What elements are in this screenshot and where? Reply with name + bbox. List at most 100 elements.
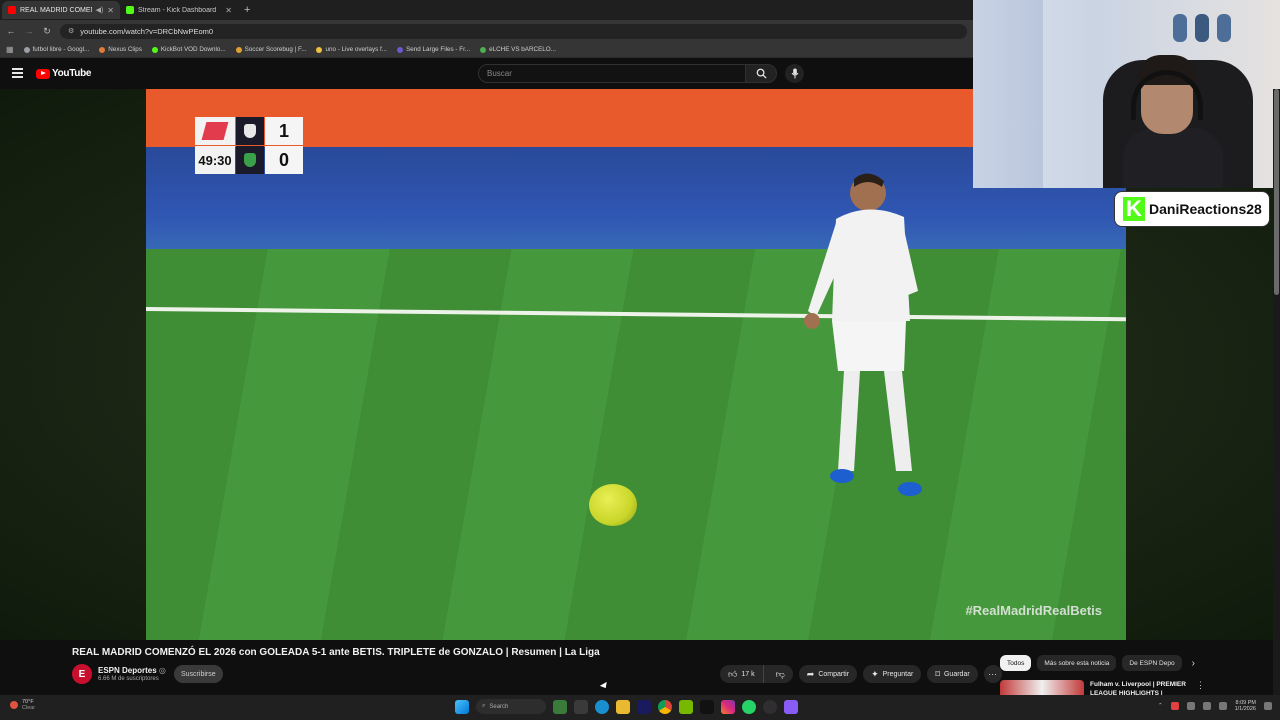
hanging-cap <box>1173 14 1187 42</box>
bookmark-item[interactable]: Nexus Clips <box>99 46 142 53</box>
bookmarks-bar: ▦ futbol libre - Googl... Nexus Clips Ki… <box>0 42 973 58</box>
save-button[interactable]: ⌑ Guardar <box>927 665 978 683</box>
forward-icon[interactable]: → <box>24 26 34 36</box>
browser-toolbar: ← → ↻ ⚙ youtube.com/watch?v=DRCbNwPEom0 <box>0 20 973 42</box>
taskbar-search[interactable]: ⌕ Search <box>476 699 546 714</box>
url-text: youtube.com/watch?v=DRCbNwPEom0 <box>80 26 214 36</box>
bookmark-item[interactable]: KickBot VOD Downlo... <box>151 46 226 53</box>
youtube-header: YouTube Buscar <box>0 58 973 89</box>
search-button[interactable] <box>745 64 777 83</box>
volume-icon[interactable] <box>1218 702 1227 710</box>
kick-username: DaniReactions28 <box>1149 201 1262 217</box>
hanging-cap <box>1195 14 1209 42</box>
reload-icon[interactable]: ↻ <box>42 26 52 37</box>
menu-icon[interactable] <box>12 68 23 80</box>
video-details: REAL MADRID COMENZÓ EL 2026 con GOLEADA … <box>0 640 1273 697</box>
chip-all[interactable]: Todos <box>1000 655 1032 671</box>
voice-search-button[interactable] <box>785 64 804 83</box>
tray-app-icon[interactable] <box>1186 702 1195 710</box>
recommended-thumbnail[interactable] <box>1000 680 1084 695</box>
chip-from-channel[interactable]: De ESPN Depo <box>1122 655 1182 671</box>
app-icon[interactable] <box>784 699 798 714</box>
thumbs-up-icon: 👍︎ <box>728 668 738 679</box>
dislike-button[interactable]: 👎︎ <box>768 665 793 683</box>
capcut-icon[interactable] <box>700 699 714 714</box>
recommendation-chips: Todos Más sobre esta noticia De ESPN Dep… <box>1000 655 1195 671</box>
channel-info[interactable]: E ESPN Deportes ◎ 6.66 M de suscriptores <box>72 664 166 684</box>
video-title: REAL MADRID COMENZÓ EL 2026 con GOLEADA … <box>72 647 600 658</box>
weather-widget[interactable]: 70°F Clear <box>10 699 35 711</box>
like-dislike-button[interactable]: 👍︎ 17 k 👎︎ <box>720 665 793 683</box>
speaker-icon: ◀) <box>95 7 104 14</box>
chrome-icon[interactable] <box>658 699 672 714</box>
share-button[interactable]: ➦ Compartir <box>798 665 858 683</box>
back-icon[interactable]: ← <box>6 26 16 36</box>
tab-label: Stream - Kick Dashboard <box>138 6 217 14</box>
tab-label: REAL MADRID COMENZÓ <box>20 6 92 14</box>
chevron-up-icon[interactable]: ⌃ <box>1158 703 1163 709</box>
channel-avatar[interactable]: E <box>72 664 92 684</box>
away-score: 0 <box>265 146 303 174</box>
bookmark-favicon-icon <box>99 46 106 53</box>
taskbar-apps: ⌕ Search <box>455 699 798 714</box>
address-bar[interactable]: ⚙ youtube.com/watch?v=DRCbNwPEom0 <box>60 23 967 39</box>
search-input[interactable]: Buscar <box>478 64 746 83</box>
file-explorer-icon[interactable] <box>616 699 630 714</box>
instagram-icon[interactable] <box>721 699 735 714</box>
youtube-logo[interactable]: YouTube <box>36 68 92 79</box>
browser-tab-strip: REAL MADRID COMENZÓ ◀) ✕ Stream - Kick D… <box>0 0 973 20</box>
subscribe-button[interactable]: Suscribirse <box>174 665 223 683</box>
subscriber-count: 6.66 M de suscriptores <box>98 676 159 682</box>
after-effects-icon[interactable] <box>637 699 651 714</box>
chevron-right-icon[interactable]: › <box>1192 658 1195 669</box>
notifications-icon[interactable] <box>1264 702 1272 710</box>
bookmark-favicon-icon <box>397 46 404 53</box>
like-button[interactable]: 👍︎ 17 k <box>720 665 764 683</box>
site-info-icon[interactable]: ⚙ <box>68 27 74 35</box>
video-actions: 👍︎ 17 k 👎︎ ➦ Compartir ✦ Preguntar ⌑ Gua… <box>720 665 1002 683</box>
tab-kick-dashboard[interactable]: Stream - Kick Dashboard ✕ <box>120 1 238 19</box>
bookmark-item[interactable]: eLCHE VS bARCELO... <box>480 46 556 53</box>
scrollbar-thumb[interactable] <box>1274 89 1279 295</box>
task-view-icon[interactable] <box>574 699 588 714</box>
share-icon: ➦ <box>806 668 815 679</box>
bookmark-favicon-icon <box>235 46 242 53</box>
chip-related-news[interactable]: Más sobre esta noticia <box>1037 655 1117 671</box>
page-scrollbar[interactable] <box>1273 89 1280 695</box>
kick-logo-icon <box>1123 196 1145 222</box>
weather-icon <box>10 701 18 709</box>
football <box>589 484 637 526</box>
streamer-body <box>1123 128 1223 188</box>
ask-button[interactable]: ✦ Preguntar <box>863 665 922 683</box>
edge-icon[interactable] <box>595 699 609 714</box>
widgets-icon[interactable] <box>553 699 567 714</box>
tray-app-icon[interactable] <box>1170 702 1179 710</box>
more-actions-button[interactable]: ··· <box>983 665 1002 683</box>
nvidia-icon[interactable] <box>679 699 693 714</box>
bookmark-item[interactable]: Soccer Scorebug | F... <box>235 46 306 53</box>
home-score: 1 <box>265 117 303 145</box>
betis-crest-icon <box>236 146 264 174</box>
search-icon <box>756 68 767 79</box>
wifi-icon[interactable] <box>1202 702 1211 710</box>
system-tray: ⌃ 8:09 PM 1/1/2026 <box>1158 700 1272 712</box>
close-tab-icon[interactable]: ✕ <box>225 6 232 15</box>
hanging-cap <box>1217 14 1231 42</box>
windows-start-icon[interactable] <box>455 699 469 714</box>
kick-favicon-icon <box>126 6 134 14</box>
whatsapp-icon[interactable] <box>742 699 756 714</box>
close-tab-icon[interactable]: ✕ <box>107 6 114 15</box>
tab-youtube[interactable]: REAL MADRID COMENZÓ ◀) ✕ <box>2 1 120 19</box>
match-clock: 49:30 <box>195 146 235 174</box>
obs-icon[interactable] <box>763 699 777 714</box>
windows-taskbar: 70°F Clear ⌕ Search ⌃ 8:09 PM 1/1/2026 <box>0 695 1280 720</box>
bookmark-item[interactable]: Send Large Files - Fr... <box>397 46 470 53</box>
webcam-overlay <box>973 0 1280 188</box>
bookmark-item[interactable]: futbol libre - Googl... <box>23 46 89 53</box>
apps-icon[interactable]: ▦ <box>6 45 14 54</box>
sparkle-icon: ✦ <box>871 668 879 679</box>
channel-name[interactable]: ESPN Deportes ◎ <box>98 666 166 675</box>
bookmark-item[interactable]: uno - Live overlays f... <box>316 46 387 53</box>
new-tab-button[interactable]: + <box>238 4 256 16</box>
taskbar-clock[interactable]: 8:09 PM 1/1/2026 <box>1235 700 1256 712</box>
